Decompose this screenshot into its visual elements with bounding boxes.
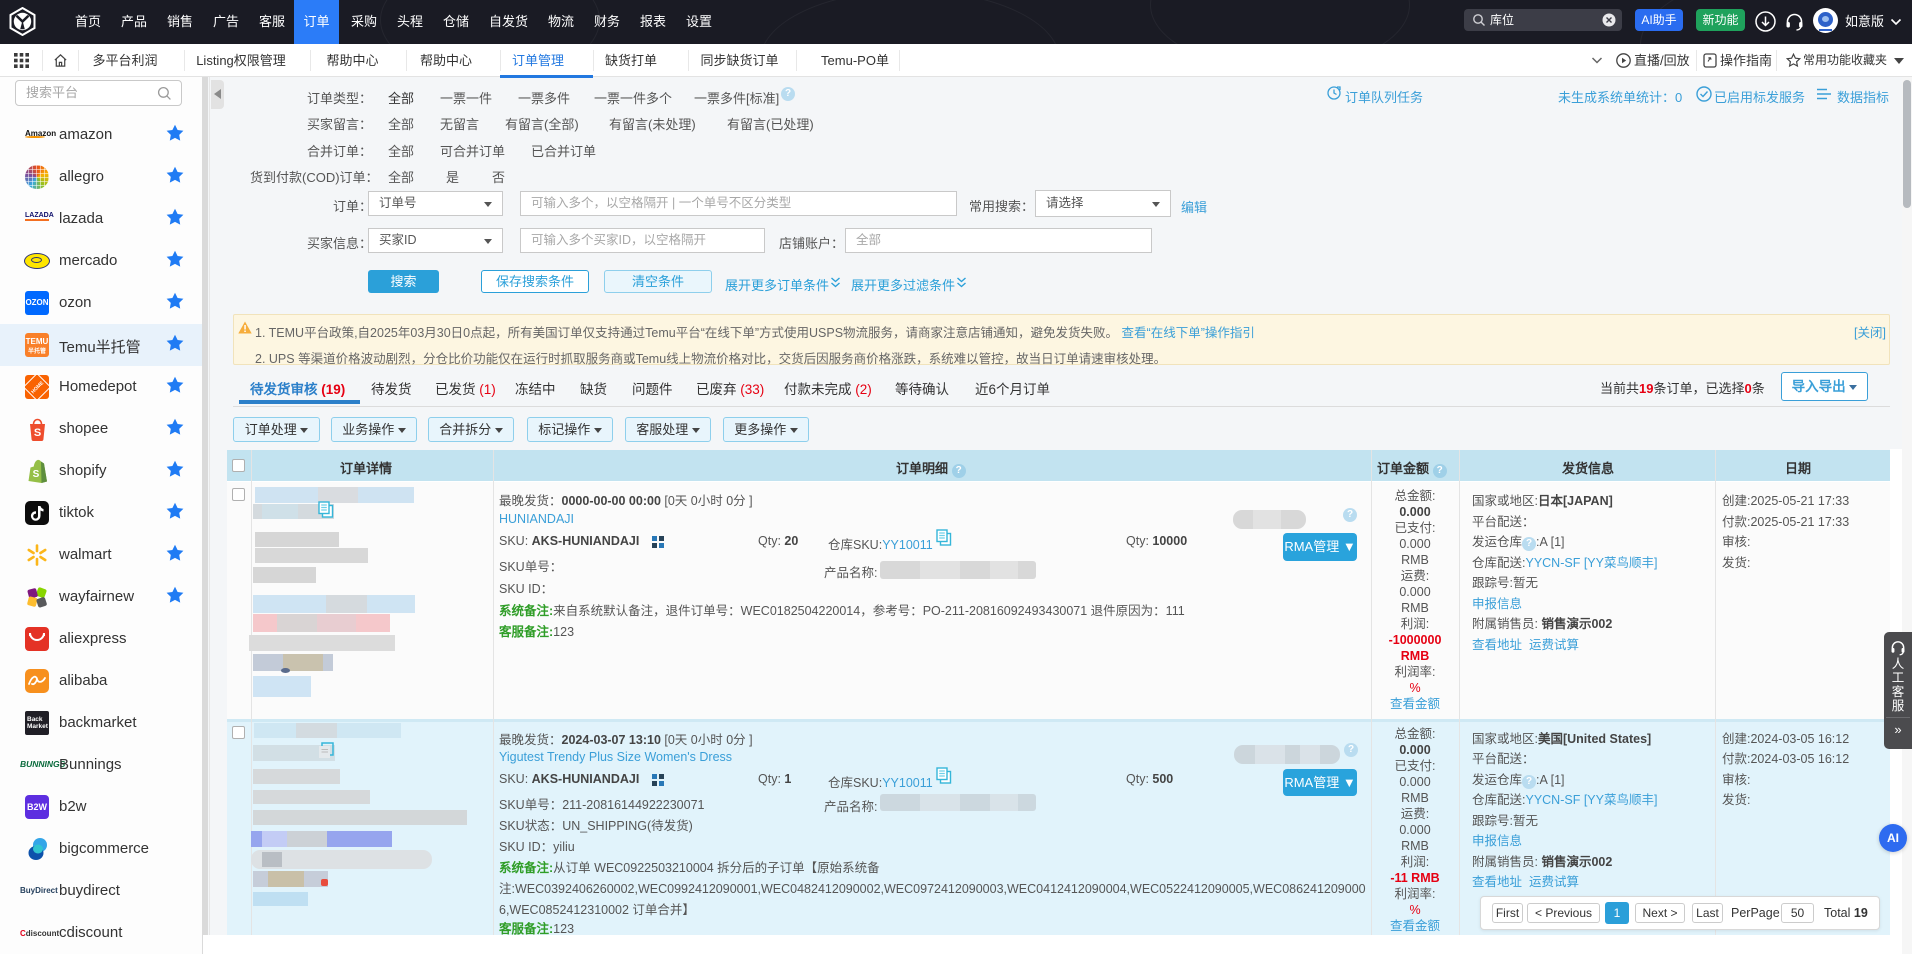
svg-text:S: S xyxy=(33,469,40,480)
svg-text:S: S xyxy=(34,427,41,439)
